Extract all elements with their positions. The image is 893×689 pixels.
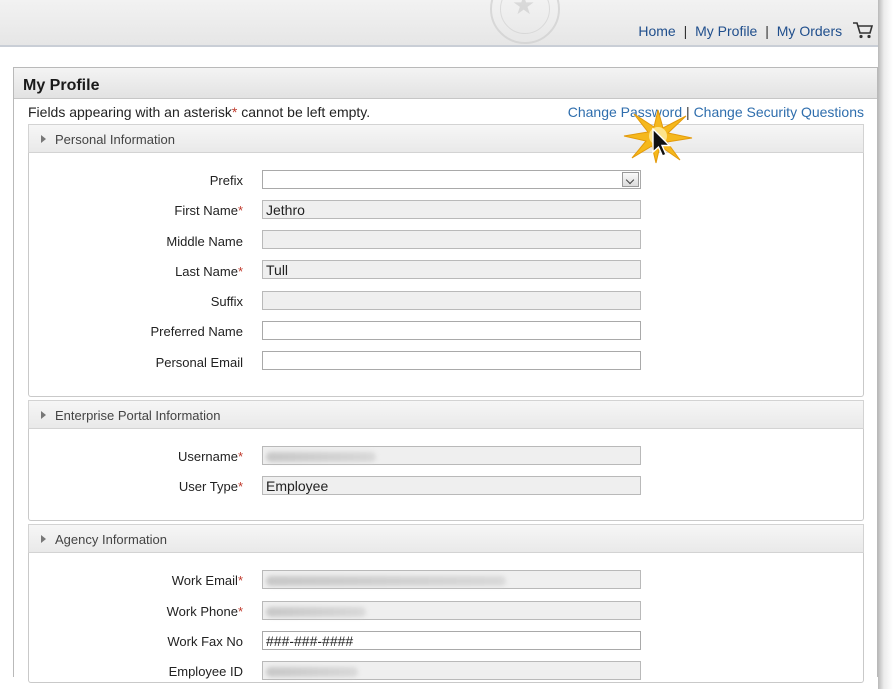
redacted-value	[266, 667, 358, 678]
note-text-end: cannot be left empty.	[237, 104, 371, 120]
suffix-field[interactable]	[262, 291, 641, 310]
mouse-pointer-icon	[652, 128, 672, 157]
middle-name-label: Middle Name	[166, 234, 243, 249]
change-security-questions-link[interactable]: Change Security Questions	[694, 104, 864, 120]
enterprise-portal-body: Username* User Type* Employee	[28, 429, 864, 521]
top-nav: Home | My Profile | My Orders	[638, 21, 874, 39]
preferred-name-label: Preferred Name	[150, 324, 243, 339]
prefix-select[interactable]	[262, 170, 641, 189]
employee-id-label: Employee ID	[168, 664, 243, 679]
redacted-value	[266, 576, 506, 587]
top-header: ★ Home | My Profile | My Orders	[0, 0, 878, 47]
preferred-name-field[interactable]	[262, 321, 641, 340]
user-type-label: User Type*	[178, 479, 243, 494]
redacted-value	[266, 607, 366, 618]
personal-email-field[interactable]	[262, 351, 641, 370]
username-label: Username*	[177, 449, 243, 464]
personal-email-label: Personal Email	[155, 355, 243, 370]
caret-right-icon	[41, 535, 46, 543]
section-title: Personal Information	[55, 132, 175, 147]
account-actions: Change Password | Change Security Questi…	[568, 104, 864, 120]
user-type-field[interactable]: Employee	[262, 476, 641, 495]
page-title: My Profile	[14, 68, 877, 99]
prefix-label: Prefix	[209, 173, 243, 188]
work-fax-label: Work Fax No	[167, 634, 243, 649]
agency-information-body: Work Email* Work Phone* Work Fax No ###-…	[28, 553, 864, 683]
caret-right-icon	[41, 135, 46, 143]
redacted-value	[266, 452, 376, 463]
section-title: Enterprise Portal Information	[55, 408, 221, 423]
nav-separator: |	[765, 23, 769, 39]
nav-my-profile-link[interactable]: My Profile	[695, 23, 757, 39]
nav-home-link[interactable]: Home	[638, 23, 675, 39]
chevron-down-icon[interactable]	[622, 172, 639, 187]
required-fields-note: Fields appearing with an asterisk* canno…	[28, 104, 370, 120]
work-phone-label: Work Phone*	[166, 604, 243, 619]
shopping-cart-icon[interactable]	[852, 21, 874, 39]
username-field[interactable]	[262, 446, 641, 465]
suffix-label: Suffix	[210, 294, 243, 309]
note-text: Fields appearing with an asterisk	[28, 104, 232, 120]
last-name-label: Last Name*	[175, 264, 243, 279]
middle-name-field[interactable]	[262, 230, 641, 249]
section-personal-information[interactable]: Personal Information	[28, 124, 864, 153]
work-email-field[interactable]	[262, 570, 641, 589]
employee-id-field[interactable]	[262, 661, 641, 680]
section-agency-information[interactable]: Agency Information	[28, 524, 864, 553]
caret-right-icon	[41, 411, 46, 419]
section-enterprise-portal-information[interactable]: Enterprise Portal Information	[28, 400, 864, 429]
section-title: Agency Information	[55, 532, 168, 547]
work-phone-field[interactable]	[262, 601, 641, 620]
nav-my-orders-link[interactable]: My Orders	[777, 23, 842, 39]
last-name-field[interactable]: Tull	[262, 260, 641, 279]
window-shadow-edge	[878, 0, 893, 689]
nav-separator: |	[683, 23, 688, 39]
state-seal-icon: ★	[490, 0, 560, 44]
first-name-label: First Name*	[174, 203, 243, 218]
personal-information-body: Prefix First Name* Jethro Middle Name La…	[28, 153, 864, 397]
work-email-label: Work Email*	[171, 573, 243, 588]
my-profile-panel: My Profile Fields appearing with an aste…	[13, 67, 878, 683]
work-fax-field[interactable]: ###-###-####	[262, 631, 641, 650]
first-name-field[interactable]: Jethro	[262, 200, 641, 219]
